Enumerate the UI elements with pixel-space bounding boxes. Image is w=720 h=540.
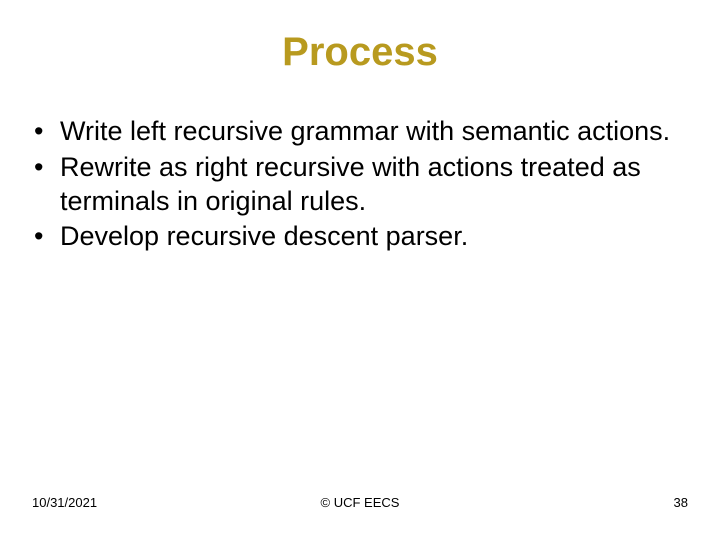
slide-body: Write left recursive grammar with semant… [32, 115, 688, 254]
list-item: Write left recursive grammar with semant… [32, 115, 688, 149]
list-item: Rewrite as right recursive with actions … [32, 151, 688, 219]
footer-date: 10/31/2021 [32, 495, 97, 510]
slide: Process Write left recursive grammar wit… [0, 0, 720, 540]
list-item: Develop recursive descent parser. [32, 220, 688, 254]
slide-title: Process [32, 30, 688, 75]
footer-copyright: © UCF EECS [321, 495, 400, 510]
footer-page-number: 38 [674, 495, 688, 510]
bullet-list: Write left recursive grammar with semant… [32, 115, 688, 254]
